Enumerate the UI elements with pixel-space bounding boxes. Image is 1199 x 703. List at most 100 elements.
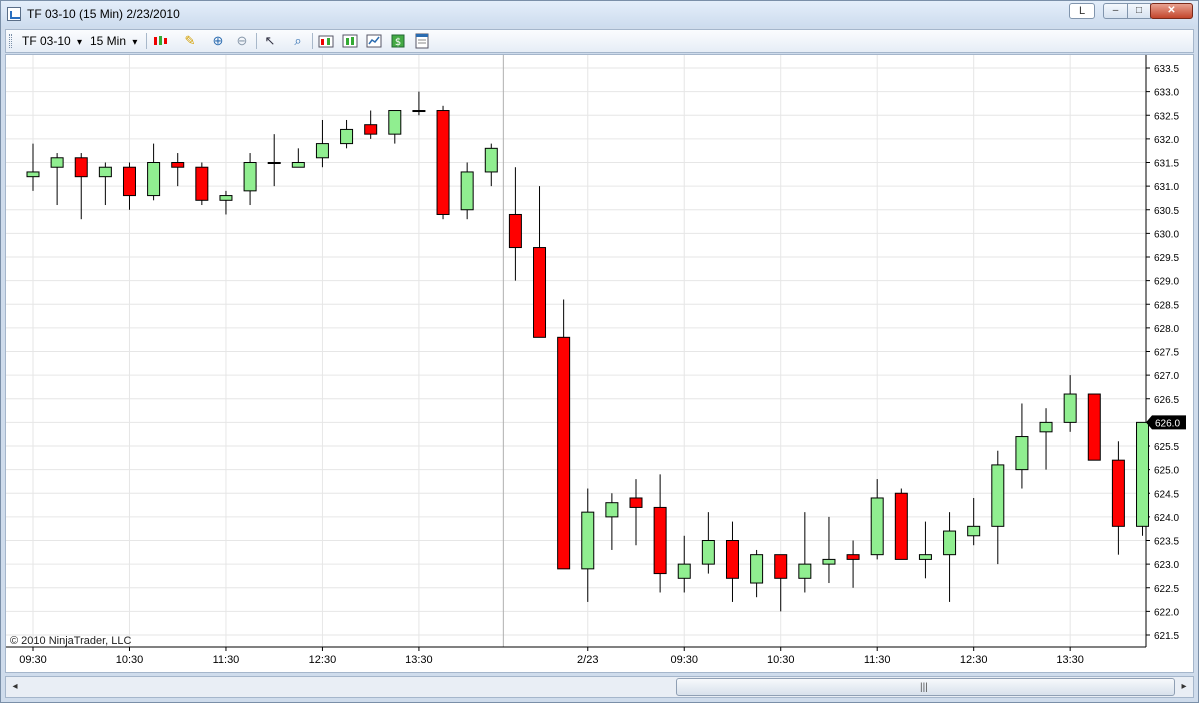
price-chart[interactable]: 621.5 622.0 622.5 623.0 623.5 624.0 624.5 625.0…	[5, 54, 1194, 673]
candle-body-up	[219, 195, 233, 201]
candle-body-up	[918, 554, 932, 560]
y-tick-label: 627.0	[1154, 371, 1179, 382]
zoom-out-icon[interactable]: ⊖	[234, 33, 250, 49]
chart-window: TF 03-10 (15 Min) 2/23/2010 L – □ ✕ TF 0…	[0, 0, 1199, 703]
candle-body-up	[967, 525, 981, 537]
candle-body-down	[195, 166, 209, 201]
x-tick-label: 09:30	[19, 654, 47, 666]
candle-body-up	[1015, 436, 1029, 471]
candle-body-down	[364, 124, 378, 135]
candle-body-down	[1111, 459, 1125, 527]
y-tick-label: 624.0	[1154, 513, 1179, 524]
y-tick-label: 628.5	[1154, 300, 1179, 311]
close-button[interactable]: ✕	[1150, 3, 1193, 19]
candle-body-up	[98, 166, 112, 178]
candle-body-up	[243, 162, 257, 192]
x-tick-label: 10:30	[767, 654, 795, 666]
dollar-glyph: $	[391, 34, 405, 48]
zoom-in-icon[interactable]: ⊕	[210, 33, 226, 49]
chart-properties-icon[interactable]	[366, 33, 382, 49]
candle-body-down	[846, 554, 860, 560]
interval-selector[interactable]: 15 Min ▾	[90, 34, 137, 48]
y-tick-label: 632.0	[1154, 135, 1179, 146]
toolbar-grip[interactable]	[9, 34, 12, 48]
candle-body-up	[412, 110, 426, 113]
y-tick-label: 628.0	[1154, 324, 1179, 335]
layout-button[interactable]: L	[1069, 3, 1095, 19]
x-tick-label: 13:30	[1056, 654, 1084, 666]
instrument-selector[interactable]: TF 03-10 ▾	[22, 34, 82, 48]
candle-body-down	[1087, 393, 1101, 461]
candle-body-down	[894, 492, 908, 560]
y-tick-label: 630.0	[1154, 229, 1179, 240]
indicators-icon[interactable]	[342, 33, 358, 49]
toolbar-separator	[312, 33, 313, 49]
maximize-button[interactable]: □	[1127, 3, 1151, 19]
pointer-cursor-icon[interactable]: ↖	[262, 33, 278, 49]
strategies-icon[interactable]	[318, 33, 334, 49]
x-tick-label: 11:30	[864, 654, 891, 666]
candle-body-up	[581, 511, 595, 570]
candle-body-down	[629, 497, 643, 508]
candle-body-up	[991, 464, 1005, 527]
candlestick-style-icon[interactable]	[152, 33, 168, 49]
data-box-glyph	[415, 33, 429, 49]
scroll-right-arrow-icon[interactable]: ▸	[1177, 680, 1191, 694]
candle-body-down	[74, 157, 88, 178]
pencil-draw-icon[interactable]: ✎	[182, 33, 198, 49]
y-tick-label: 624.5	[1154, 489, 1179, 500]
toolbar-separator	[256, 33, 257, 49]
magnifier-icon[interactable]: ⌕	[290, 33, 306, 49]
candle-body-down	[122, 166, 136, 197]
candle-body-up	[870, 497, 884, 556]
y-tick-label: 631.0	[1154, 182, 1179, 193]
x-tick-label: 11:30	[213, 654, 240, 666]
candle-body-up	[460, 171, 474, 211]
minimize-button[interactable]: –	[1103, 3, 1128, 19]
x-tick-label: 2/23	[577, 654, 598, 666]
y-tick-label: 630.5	[1154, 206, 1179, 217]
candle-body-up	[701, 540, 715, 565]
chart-toolbar: TF 03-10 ▾ 15 Min ▾ ✎ ⊕ ⊖ ↖ ⌕ $	[5, 29, 1194, 53]
y-tick-label: 622.5	[1154, 584, 1179, 595]
candle-body-up	[1136, 421, 1150, 527]
horizontal-scrollbar[interactable]: ◂ ||| ▸	[5, 676, 1194, 698]
toolbar-separator	[146, 33, 147, 49]
candle-body-down	[557, 336, 571, 570]
candle-body-up	[147, 162, 161, 197]
candle-body-down	[508, 213, 522, 249]
candle-body-up	[798, 563, 812, 579]
candlestick-style-glyph	[154, 36, 167, 45]
window-title: TF 03-10 (15 Min) 2/23/2010	[27, 7, 180, 21]
x-tick-label: 09:30	[670, 654, 698, 666]
strategies-glyph	[318, 35, 334, 48]
scrollbar-thumb[interactable]: |||	[676, 678, 1175, 696]
indicators-glyph	[342, 34, 358, 48]
copyright-text: © 2010 NinjaTrader, LLC	[10, 635, 132, 647]
x-tick-label: 10:30	[116, 654, 144, 666]
candle-body-up	[340, 128, 354, 145]
candle-body-up	[388, 110, 402, 135]
y-tick-label: 627.5	[1154, 348, 1179, 359]
title-bar[interactable]: TF 03-10 (15 Min) 2/23/2010 L – □ ✕	[1, 1, 1198, 27]
candle-body-up	[943, 530, 957, 556]
candle-body-up	[267, 162, 281, 164]
candle-body-up	[750, 554, 764, 584]
chevron-down-icon: ▾	[77, 37, 83, 48]
data-box-icon[interactable]	[414, 33, 430, 49]
y-tick-label: 626.5	[1154, 395, 1179, 406]
candle-body-down	[725, 540, 739, 579]
y-tick-label: 633.0	[1154, 88, 1179, 99]
candle-body-up	[50, 157, 64, 168]
scrollbar-grip-icon: |||	[920, 682, 928, 693]
chart-properties-glyph	[366, 34, 382, 48]
candlestick-chart[interactable]: 621.5 622.0 622.5 623.0 623.5 624.0 624.5 625.0…	[6, 55, 1193, 672]
y-tick-label: 623.0	[1154, 560, 1179, 571]
chevron-down-icon: ▾	[132, 37, 138, 48]
candle-body-down	[171, 162, 185, 168]
y-tick-label: 623.5	[1154, 537, 1179, 548]
scroll-left-arrow-icon[interactable]: ◂	[8, 680, 22, 694]
candle-body-up	[1039, 421, 1053, 433]
dollar-icon[interactable]: $	[390, 33, 406, 49]
y-tick-label: 629.0	[1154, 277, 1179, 288]
